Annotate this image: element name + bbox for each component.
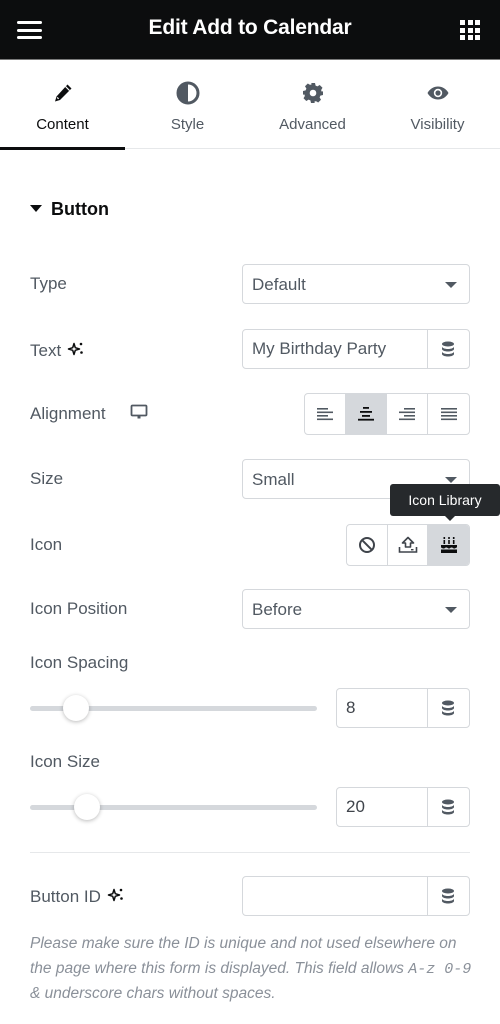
align-center-button[interactable] [346,394,387,434]
dynamic-tags-button[interactable] [427,877,469,915]
pencil-icon [54,84,71,102]
slider-thumb[interactable] [74,794,101,820]
icon-spacing-field-wrap [336,688,470,728]
text-label-wrap: Text [30,340,85,361]
align-left-icon [317,408,333,421]
chevron-down-icon [445,607,457,613]
button-id-input[interactable] [243,877,429,915]
ban-icon [358,537,375,553]
icon-upload-button[interactable] [388,525,429,565]
database-icon [442,341,454,357]
icon-position-select[interactable]: Before [242,589,470,629]
panel-title: Edit Add to Calendar [148,16,352,39]
icon-position-label: Icon Position [30,599,128,618]
panel-header: Edit Add to Calendar [0,0,500,60]
panel-tabs: Content Style Advanced Visibility [0,61,500,150]
sparkle-icon[interactable] [107,886,125,904]
eye-icon [427,86,448,100]
dynamic-tags-button[interactable] [427,689,469,727]
birthday-cake-icon [440,537,457,553]
icon-size-label: Icon Size [30,752,100,771]
tab-style[interactable]: Style [125,61,250,149]
tab-visibility[interactable]: Visibility [375,61,500,149]
grid-icon[interactable] [460,20,480,40]
tab-label: Content [36,116,89,133]
icon-type-button-group [346,524,470,566]
align-justify-icon [440,408,457,421]
tab-advanced[interactable]: Advanced [250,61,375,149]
icon-none-button[interactable] [347,525,388,565]
icon-size-input[interactable] [337,788,429,826]
slider-thumb[interactable] [62,695,89,721]
half-circle-icon [176,81,199,105]
database-icon [442,888,454,904]
size-label: Size [30,469,64,488]
icon-library-button[interactable] [428,525,469,565]
align-left-button[interactable] [305,394,346,434]
icon-spacing-label: Icon Spacing [30,653,129,672]
section-toggle-button[interactable]: Button [30,199,109,220]
type-label: Type [30,274,67,293]
divider [30,852,470,853]
help-text-part: Please make sure the ID is unique and no… [30,935,457,977]
help-code: A-z 0-9 [408,960,472,978]
text-label: Text [30,341,62,360]
help-text-part: & underscore chars without spaces. [30,985,276,1002]
type-select-value: Default [252,275,306,294]
button-id-label: Button ID [30,887,101,906]
align-right-icon [399,408,415,421]
dynamic-tags-button[interactable] [427,330,469,368]
database-icon [442,799,454,815]
align-justify-button[interactable] [428,394,469,434]
tab-label: Visibility [410,116,465,133]
align-center-icon [358,407,374,421]
gear-icon [302,83,323,103]
upload-icon [398,536,417,553]
alignment-label: Alignment [30,404,106,423]
caret-down-icon [30,205,42,212]
size-select-value: Small [252,470,295,489]
button-id-field-wrap [242,876,470,916]
chevron-down-icon [445,282,457,288]
text-input[interactable] [243,330,429,368]
tab-label: Advanced [279,116,346,133]
icon-spacing-input[interactable] [337,689,429,727]
tab-label: Style [170,116,205,133]
slider-track[interactable] [30,805,317,810]
section-title: Button [51,199,109,219]
alignment-button-group [304,393,470,435]
button-id-label-wrap: Button ID [30,886,125,907]
text-field-wrap [242,329,470,369]
alignment-label-wrap: Alignment [30,404,148,424]
align-right-button[interactable] [387,394,428,434]
icon-spacing-slider[interactable] [30,694,317,722]
icon-label: Icon [30,535,63,554]
dynamic-tags-button[interactable] [427,788,469,826]
icon-library-tooltip: Icon Library [390,484,500,521]
database-icon [442,700,454,716]
icon-size-field-wrap [336,787,470,827]
chevron-down-icon [445,477,457,483]
type-select[interactable]: Default [242,264,470,304]
icon-size-slider[interactable] [30,793,317,821]
tab-content[interactable]: Content [0,61,125,150]
icon-position-select-value: Before [252,600,303,619]
sparkle-icon[interactable] [67,340,85,358]
button-id-help-text: Please make sure the ID is unique and no… [30,932,475,1007]
desktop-icon[interactable] [130,404,148,420]
